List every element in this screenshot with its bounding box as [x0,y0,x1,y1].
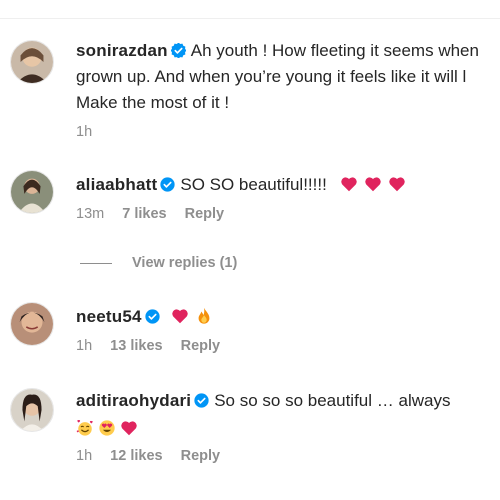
comment-meta: 1h [76,124,500,140]
comment-text-line: grown up. And when you’re young it feels… [76,67,467,86]
comment-meta: 1h 13 likes Reply [76,338,500,354]
avatar-image [11,389,53,431]
comment-text: Ah youth ! How fleeting it seems when [190,41,479,60]
comment-text-line: aditiraohydari So so so so beautiful … al… [76,388,500,414]
comment-meta: 1h 12 likes Reply [76,448,500,464]
username[interactable]: sonirazdan [76,41,168,60]
view-replies-label: View replies (1) [132,255,238,271]
comment-time: 1h [76,338,93,354]
username[interactable]: aditiraohydari [76,391,191,410]
verified-badge-icon [194,393,209,408]
emoji-line [76,416,500,442]
fire-icon [195,307,213,325]
reply-button[interactable]: Reply [181,448,221,464]
avatar-image [11,303,53,345]
username[interactable]: aliaabhatt [76,175,157,194]
comment-text-line: Make the most of it ! [76,93,230,112]
avatar-image [11,171,53,213]
reply-button[interactable]: Reply [185,206,225,222]
comment-text-line: aliaabhatt SO SO beautiful!!!!! [76,172,500,198]
comment-meta: 13m 7 likes Reply [76,206,500,222]
verified-badge-icon [160,177,175,192]
smiling-face-with-hearts-icon [76,419,94,437]
divider [0,18,500,19]
red-heart-icon [340,175,358,193]
red-heart-icon [120,419,138,437]
comment-text: So so so so beautiful … always [214,391,451,410]
likes-count[interactable]: 13 likes [110,338,162,354]
verified-badge-icon [145,309,160,324]
comment-text-line: neetu54 [76,304,500,330]
username[interactable]: neetu54 [76,307,142,326]
avatar[interactable] [10,302,54,346]
avatar-image [11,41,53,83]
avatar[interactable] [10,170,54,214]
reply-button[interactable]: Reply [181,338,221,354]
likes-count[interactable]: 12 likes [110,448,162,464]
avatar[interactable] [10,388,54,432]
view-replies-button[interactable]: View replies (1) [80,255,237,271]
likes-count[interactable]: 7 likes [122,206,166,222]
avatar[interactable] [10,40,54,84]
comment-time: 13m [76,206,105,222]
comment-time: 1h [76,124,93,140]
red-heart-icon [364,175,382,193]
comment-time: 1h [76,448,93,464]
red-heart-icon [388,175,406,193]
red-heart-icon [171,307,189,325]
heart-eyes-icon [98,419,116,437]
divider [80,262,112,264]
comment-text: SO SO beautiful!!!!! [180,175,327,194]
verified-badge-icon [170,43,186,58]
comment-text-line: sonirazdan Ah youth ! How fleeting it see… [76,38,500,64]
